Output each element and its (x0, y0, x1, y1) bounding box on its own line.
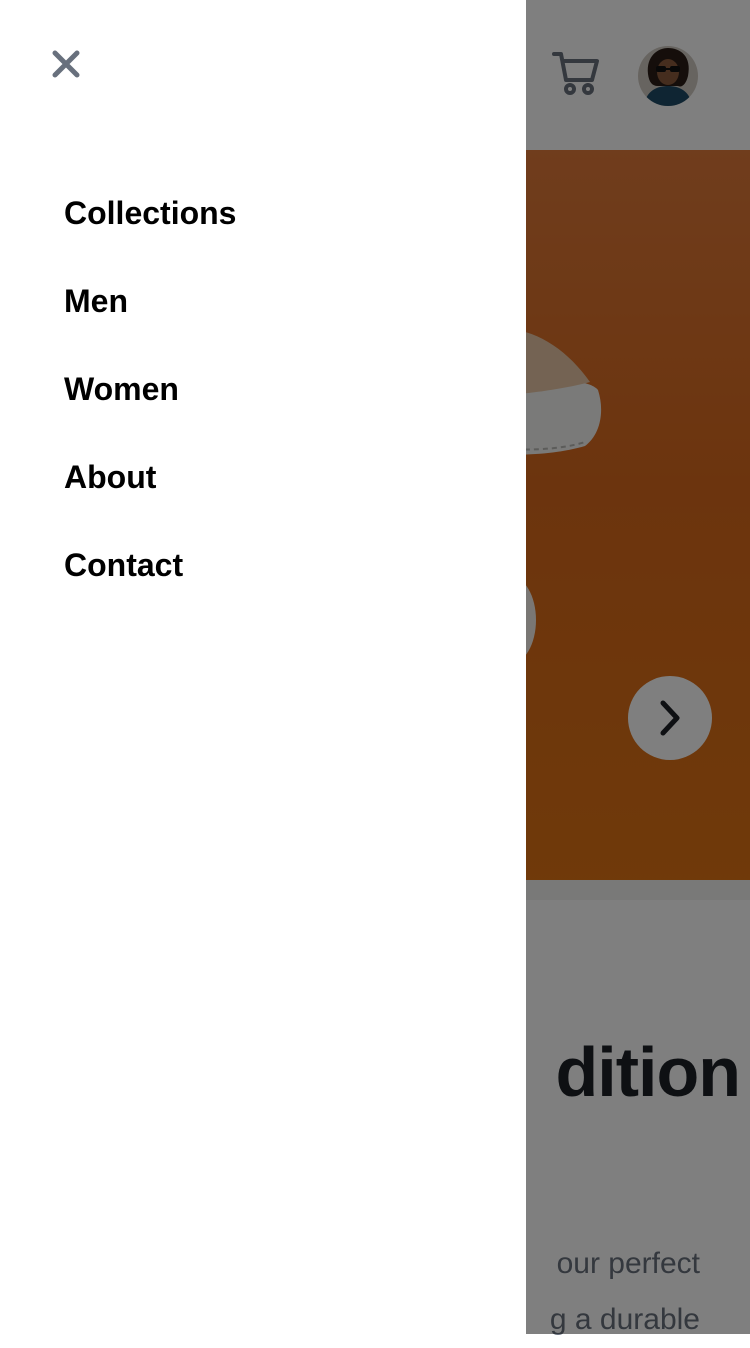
nav-item-men[interactable]: Men (64, 278, 236, 366)
nav-item-women[interactable]: Women (64, 366, 236, 454)
nav-drawer: Collections Men Women About Contact (0, 0, 526, 1334)
nav-menu: Collections Men Women About Contact (64, 190, 236, 630)
nav-item-contact[interactable]: Contact (64, 542, 236, 630)
nav-item-about[interactable]: About (64, 454, 236, 542)
nav-item-collections[interactable]: Collections (64, 190, 236, 278)
close-icon (52, 50, 80, 78)
close-menu-button[interactable] (44, 42, 88, 86)
